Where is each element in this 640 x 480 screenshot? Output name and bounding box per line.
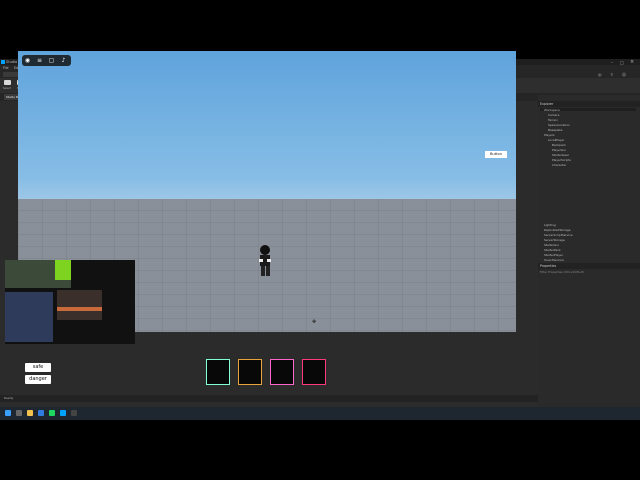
select-tool-label: Select — [3, 87, 12, 90]
profile-icon[interactable]: ☺ — [622, 72, 626, 77]
explorer-item[interactable]: StarterPlayer — [544, 253, 563, 257]
overlay-bar — [57, 307, 102, 311]
hotbar-slot-3[interactable] — [270, 359, 294, 385]
start-icon[interactable] — [5, 410, 11, 416]
select-tool-icon[interactable] — [4, 80, 11, 85]
properties-header: Properties — [538, 263, 640, 269]
explorer-item[interactable]: Baseplate — [548, 128, 562, 132]
microphone-icon[interactable]: ♪ — [60, 57, 67, 64]
danger-label: danger — [25, 375, 51, 384]
list-icon[interactable]: ≡ — [36, 57, 43, 64]
explorer-item[interactable]: PlayerScripts — [552, 158, 571, 162]
team-create-icon[interactable]: ◎ — [598, 72, 602, 77]
screen-gui-button[interactable]: Button — [485, 151, 507, 158]
properties-title: Properties — [540, 264, 557, 268]
explorer-item[interactable]: Character — [552, 163, 566, 167]
safe-label: safe — [25, 363, 51, 372]
explorer-item[interactable]: SoundService — [544, 258, 564, 262]
windows-taskbar — [0, 407, 640, 420]
properties-filter-input[interactable]: Filter Properties (Ctrl+Shift+P) — [540, 270, 584, 274]
explorer-item[interactable]: PlayerGui — [552, 148, 566, 152]
explorer-item[interactable]: Players — [544, 133, 555, 137]
explorer-item[interactable]: ServerStorage — [544, 238, 565, 242]
search-icon[interactable] — [16, 410, 22, 416]
explorer-item[interactable]: Camera — [548, 113, 559, 117]
right-dock: Explorer Workspace Camera Terrain SpawnL… — [538, 95, 640, 420]
overlay-image-mid — [57, 290, 102, 320]
explorer-item[interactable]: ReplicatedStorage — [544, 228, 571, 232]
viewport-topbar: ◉ ≡ ▢ ♪ — [22, 55, 71, 66]
menu-file[interactable]: File — [3, 66, 9, 70]
overlay-image-left — [5, 292, 53, 342]
webcam-overlay — [5, 260, 135, 344]
hotbar-slot-1[interactable] — [206, 359, 230, 385]
spotify-icon[interactable] — [49, 410, 55, 416]
chat-icon[interactable]: ▢ — [48, 57, 55, 64]
status-text: Ready — [4, 396, 14, 400]
file-explorer-icon[interactable] — [27, 410, 33, 416]
explorer-item[interactable]: ServerScriptService — [544, 233, 573, 237]
explorer-item[interactable]: Backpack — [552, 143, 566, 147]
explorer-item[interactable]: Terrain — [548, 118, 558, 122]
explorer-item[interactable]: StarterGear — [552, 153, 569, 157]
app-icon[interactable] — [71, 410, 77, 416]
roblox-studio-icon[interactable] — [60, 410, 66, 416]
explorer-item[interactable]: SpawnLocation — [548, 123, 570, 127]
mouse-cursor-icon: ✥ — [312, 319, 317, 325]
player-character — [259, 245, 271, 276]
explorer-item[interactable]: StarterPack — [544, 248, 561, 252]
overlay-accent — [55, 260, 71, 280]
explorer-item[interactable]: StarterGui — [544, 243, 559, 247]
roblox-menu-icon[interactable]: ◉ — [24, 57, 31, 64]
hotbar-slot-2[interactable] — [238, 359, 262, 385]
explorer-item[interactable]: Workspace — [544, 108, 560, 112]
status-bar: Ready — [0, 395, 538, 402]
browser-icon[interactable] — [38, 410, 44, 416]
share-icon[interactable]: ⇪ — [610, 72, 613, 77]
explorer-header: Explorer — [538, 101, 640, 107]
explorer-item[interactable]: LocalPlayer — [548, 138, 565, 142]
studio-logo-icon — [1, 60, 5, 64]
explorer-title: Explorer — [540, 102, 554, 106]
explorer-item[interactable]: Lighting — [544, 223, 556, 227]
hotbar-slot-4[interactable] — [302, 359, 326, 385]
